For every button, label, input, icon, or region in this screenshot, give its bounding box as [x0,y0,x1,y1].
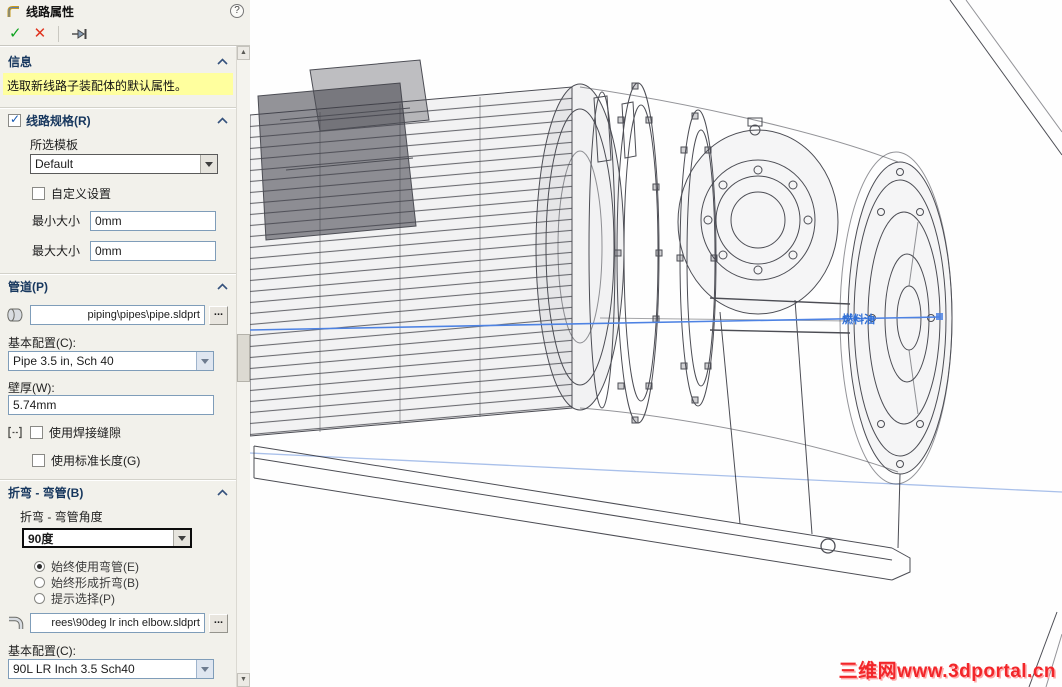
route-property-icon [7,5,19,17]
panel-scrollbar[interactable]: ▲ ▼ [236,46,250,687]
max-size-input[interactable]: 0mm [90,240,216,261]
weld-gap-label: 使用焊接缝隙 [49,425,122,440]
radio-icon[interactable] [34,576,45,588]
graphics-area[interactable]: 燃料油 三维网www.3dportal.cn [250,0,1062,687]
elbow-part-icon [4,615,26,631]
pipe-config-dropdown[interactable]: Pipe 3.5 in, Sch 40 [8,351,214,371]
elbow-config-label: 基本配置(C): [8,644,76,658]
min-size-label: 最小大小 [32,214,81,228]
section-divider [0,479,236,480]
watermark: 三维网www.3dportal.cn [838,661,1056,682]
min-size-input[interactable]: 0mm [90,210,216,231]
chevron-up-icon [217,282,228,290]
section-bend-header[interactable]: 折弯 - 弯管(B) [0,484,236,500]
section-info-title: 信息 [8,54,33,69]
bend-option-prompt[interactable]: 提示选择(P) [34,591,236,606]
min-size-row: 最小大小 0mm [32,210,236,231]
section-pipe-header[interactable]: 管道(P) [0,278,236,294]
custom-settings-checkbox[interactable] [32,186,45,200]
solidworks-window: 线路属性 ? ✓ ✕ 信息 选取新线路子装配体的默认属性。 ✓ 线路规格(R) … [0,0,1062,687]
panel-content: 信息 选取新线路子装配体的默认属性。 线路规格(R) 所选模板 [0,46,236,687]
wall-input[interactable]: 5.74mm [8,395,214,415]
pipe-config-label: 基本配置(C): [8,336,76,350]
chevron-up-icon [217,488,228,496]
bend-option-bend[interactable]: 始终形成折弯(B) [34,575,236,590]
template-label: 所选模板 [30,138,79,152]
section-info-header[interactable]: 信息 [0,53,236,69]
scrollbar-thumb[interactable] [237,334,250,382]
chevron-up-icon [217,57,228,65]
std-length-checkbox-row[interactable]: 使用标准长度(G) [32,453,228,468]
section-bend-title: 折弯 - 弯管(B) [8,485,84,500]
weld-gap-checkbox[interactable] [30,425,43,439]
bend-option-elbow-label: 始终使用弯管(E) [51,559,139,574]
panel-header: 线路属性 ? [0,0,250,22]
chevron-down-icon[interactable] [200,155,217,173]
cancel-button[interactable]: ✕ [34,25,47,43]
section-divider [0,107,236,108]
pipe-config-value: Pipe 3.5 in, Sch 40 [13,354,114,368]
section-route-spec-title: 线路规格(R) [26,113,91,128]
chevron-down-icon[interactable] [196,660,213,678]
scroll-up-arrow[interactable]: ▲ [237,46,250,60]
section-pipe-title: 管道(P) [8,279,48,294]
section-route-spec-header[interactable]: 线路规格(R) [0,112,236,128]
section-divider [0,273,236,274]
chevron-up-icon [217,116,228,124]
wall-label: 壁厚(W): [8,381,55,395]
info-message: 选取新线路子装配体的默认属性。 [3,73,233,95]
panel-toolbar: ✓ ✕ [0,22,250,46]
weld-gap-checkbox-row[interactable]: 使用焊接缝隙 [30,425,122,440]
radio-selected-icon[interactable] [34,560,45,572]
weld-gap-row: 使用焊接缝隙 [0,425,236,440]
route-annotation[interactable]: 燃料油 [842,311,875,327]
radio-icon[interactable] [34,592,45,604]
model-wireframe [250,0,1062,687]
bend-angle-dropdown[interactable]: 90度 [22,528,192,548]
elbow-file-input[interactable]: rees\90deg lr inch elbow.sldprt [30,613,205,633]
custom-settings-label: 自定义设置 [51,186,112,201]
bend-option-prompt-label: 提示选择(P) [51,591,115,606]
bend-angle-value: 90度 [28,532,54,546]
max-size-row: 最大大小 0mm [32,240,236,261]
template-dropdown[interactable]: Default [30,154,218,174]
chevron-down-icon[interactable] [196,352,213,370]
pin-icon[interactable] [71,27,89,41]
pipe-part-icon [4,307,26,323]
template-value: Default [35,157,74,171]
bend-option-bend-label: 始终形成折弯(B) [51,575,139,590]
help-icon[interactable]: ? [230,4,244,18]
toolbar-divider [58,25,60,42]
route-spec-checkbox[interactable] [8,112,21,127]
pipe-browse-button[interactable]: ... [209,305,228,325]
elbow-browse-button[interactable]: ... [209,613,228,633]
custom-settings-checkbox-row[interactable]: 自定义设置 [32,186,228,201]
scroll-down-arrow[interactable]: ▼ [237,673,250,687]
elbow-config-value: 90L LR Inch 3.5 Sch40 [13,662,135,676]
pipe-file-input[interactable]: piping\pipes\pipe.sldprt [30,305,205,325]
route-properties-panel: 线路属性 ? ✓ ✕ 信息 选取新线路子装配体的默认属性。 ✓ 线路规格(R) … [0,0,250,687]
elbow-config-dropdown[interactable]: 90L LR Inch 3.5 Sch40 [8,659,214,679]
chevron-down-icon[interactable] [173,530,190,546]
std-length-label: 使用标准长度(G) [51,453,141,468]
pipe-file-row: piping\pipes\pipe.sldprt ... [0,304,236,326]
max-size-label: 最大大小 [32,244,81,258]
elbow-file-row: rees\90deg lr inch elbow.sldprt ... [0,612,236,634]
std-length-checkbox[interactable] [32,453,45,467]
bend-angle-label: 折弯 - 弯管角度 [20,510,103,524]
panel-title: 线路属性 [26,4,75,19]
bend-option-elbow[interactable]: 始终使用弯管(E) [34,559,236,574]
weld-gap-icon [4,426,26,439]
ok-button[interactable]: ✓ [9,25,22,43]
